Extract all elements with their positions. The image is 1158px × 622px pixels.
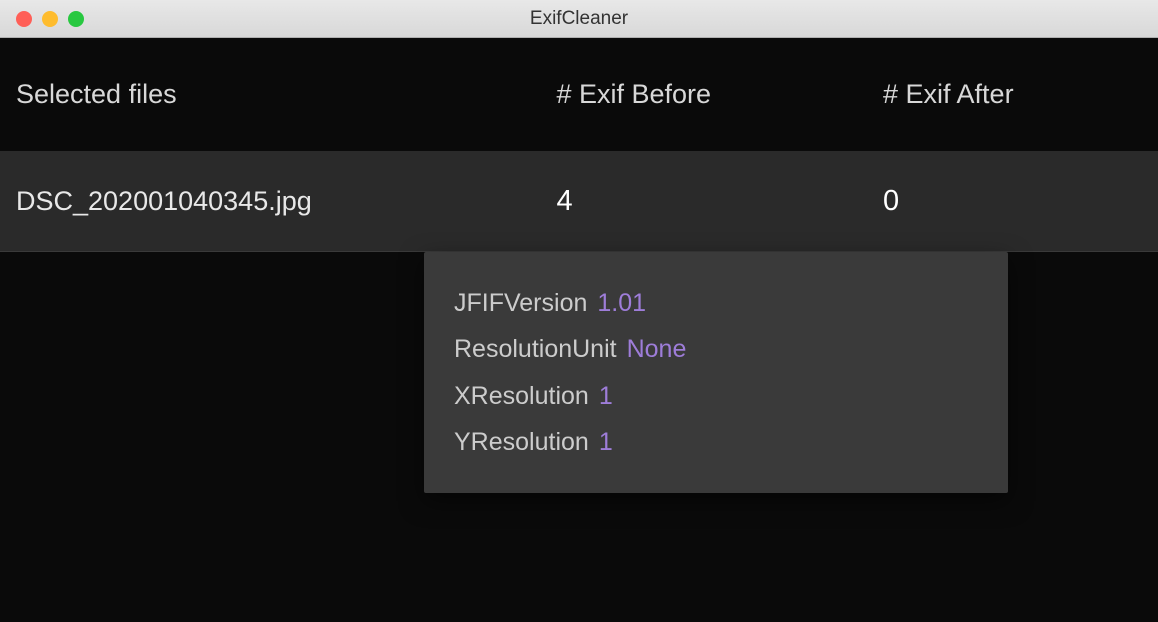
tooltip-value: 1.01 [597, 280, 646, 326]
tooltip-value: 1 [599, 419, 613, 465]
exif-before-cell: 4 [556, 185, 883, 218]
tooltip-item: JFIFVersion 1.01 [454, 280, 978, 326]
table-row[interactable]: DSC_202001040345.jpg 4 0 [0, 152, 1158, 252]
tooltip-value: 1 [599, 373, 613, 419]
tooltip-item: ResolutionUnit None [454, 326, 978, 372]
minimize-icon[interactable] [42, 11, 58, 27]
close-icon[interactable] [16, 11, 32, 27]
exif-tooltip: JFIFVersion 1.01 ResolutionUnit None XRe… [424, 252, 1008, 493]
table-header: Selected files # Exif Before # Exif Afte… [0, 38, 1158, 152]
tooltip-item: YResolution 1 [454, 419, 978, 465]
header-exif-after: # Exif After [883, 79, 1142, 110]
tooltip-item: XResolution 1 [454, 373, 978, 419]
exif-after-cell: 0 [883, 185, 1142, 218]
header-selected-files: Selected files [16, 79, 556, 110]
filename-cell: DSC_202001040345.jpg [16, 186, 556, 217]
tooltip-key: XResolution [454, 373, 589, 419]
content-area: Selected files # Exif Before # Exif Afte… [0, 38, 1158, 622]
window-controls [16, 11, 84, 27]
window-title: ExifCleaner [530, 8, 628, 30]
tooltip-key: YResolution [454, 419, 589, 465]
maximize-icon[interactable] [68, 11, 84, 27]
tooltip-key: ResolutionUnit [454, 326, 617, 372]
titlebar: ExifCleaner [0, 0, 1158, 38]
header-exif-before: # Exif Before [556, 79, 883, 110]
tooltip-value: None [627, 326, 687, 372]
tooltip-key: JFIFVersion [454, 280, 587, 326]
